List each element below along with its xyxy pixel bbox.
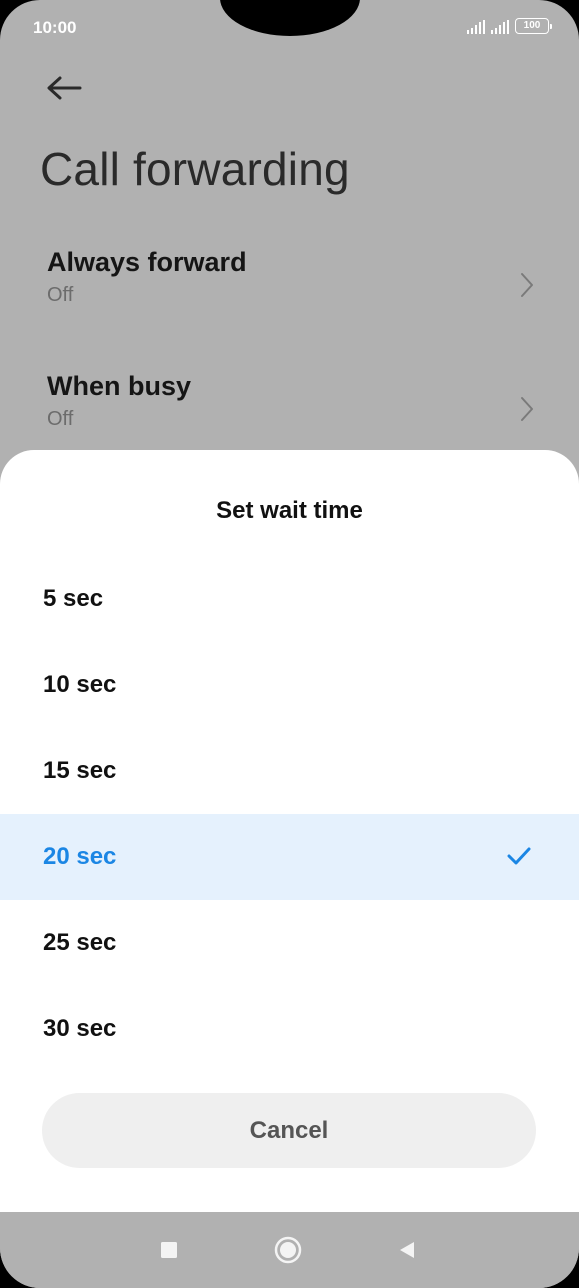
back-triangle-icon (400, 1242, 414, 1258)
battery-level: 100 (523, 20, 541, 31)
wait-time-dialog: Set wait time 5 sec 10 sec 15 sec 20 sec… (0, 450, 579, 1212)
battery-icon: 100 (515, 18, 552, 34)
phone-screen: 10:00 100 Call forwarding Always forward… (0, 0, 579, 1288)
recents-icon (161, 1242, 177, 1258)
option-label: 25 sec (43, 929, 117, 956)
home-button[interactable] (272, 1234, 304, 1266)
option-25-sec[interactable]: 25 sec (0, 900, 579, 986)
option-20-sec[interactable]: 20 sec (0, 814, 579, 900)
option-5-sec[interactable]: 5 sec (0, 556, 579, 642)
recents-button[interactable] (153, 1234, 185, 1266)
option-label: 10 sec (43, 671, 117, 698)
status-time: 10:00 (33, 18, 77, 37)
signal-icon (491, 20, 509, 34)
row-status: Off (47, 284, 74, 306)
option-label: 15 sec (43, 757, 117, 784)
arrow-left-icon (47, 76, 82, 100)
status-icons: 100 (467, 18, 552, 34)
back-button[interactable] (44, 70, 84, 106)
signal-icon (467, 20, 485, 34)
checkmark-icon (507, 847, 531, 865)
back-nav-button[interactable] (391, 1234, 423, 1266)
option-label: 5 sec (43, 585, 104, 612)
option-30-sec[interactable]: 30 sec (0, 986, 579, 1072)
cancel-button[interactable]: Cancel (42, 1093, 536, 1168)
option-15-sec[interactable]: 15 sec (0, 728, 579, 814)
row-title: Always forward (47, 247, 247, 277)
option-label: 30 sec (43, 1015, 117, 1042)
page-title: Call forwarding (40, 143, 350, 195)
home-icon (274, 1236, 302, 1264)
row-title: When busy (47, 371, 192, 401)
dialog-title: Set wait time (216, 497, 363, 524)
when-busy-row[interactable]: When busy Off (47, 371, 535, 451)
always-forward-row[interactable]: Always forward Off (47, 247, 535, 327)
navigation-bar (0, 1212, 579, 1288)
option-label: 20 sec (43, 843, 117, 870)
row-status: Off (47, 408, 74, 430)
chevron-right-icon (521, 273, 533, 297)
option-10-sec[interactable]: 10 sec (0, 642, 579, 728)
chevron-right-icon (521, 397, 533, 421)
